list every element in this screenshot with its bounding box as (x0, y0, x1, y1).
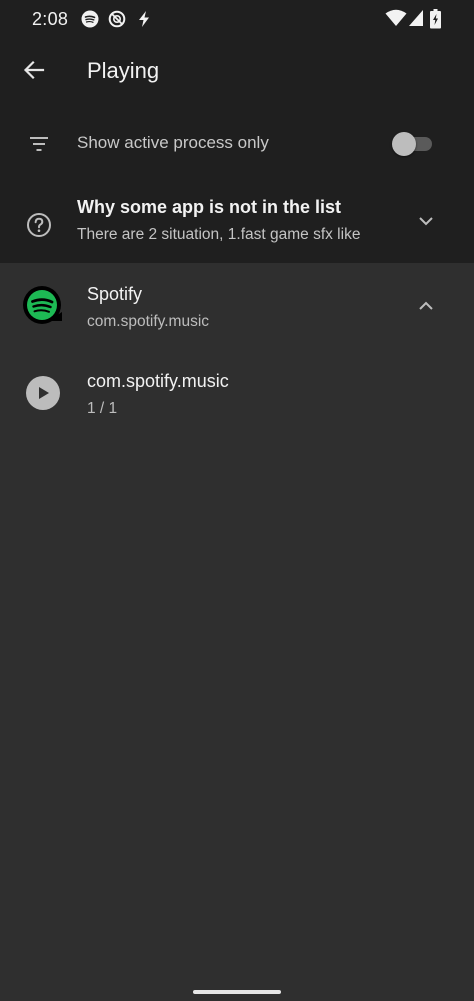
app-bar: Playing (0, 38, 474, 106)
filter-icon (24, 129, 54, 159)
page-title: Playing (87, 58, 160, 83)
play-button[interactable] (26, 376, 60, 410)
battery-charging-icon (430, 9, 441, 34)
wifi-icon (385, 9, 407, 32)
app-package: com.spotify.music (87, 313, 210, 330)
help-circle-icon (24, 210, 54, 240)
status-time: 2:08 (32, 9, 69, 29)
show-active-process-label: Show active process only (77, 133, 269, 152)
arrow-back-icon (23, 60, 45, 80)
status-bar: 2:08 (0, 0, 474, 38)
media-session-row[interactable]: com.spotify.music 1 / 1 (0, 362, 474, 426)
show-active-process-toggle[interactable] (392, 132, 434, 156)
why-app-missing-subtitle: There are 2 situation, 1.fast game sfx l… (77, 226, 361, 243)
toggle-thumb (392, 132, 416, 156)
back-button[interactable] (14, 50, 54, 90)
gesture-nav-handle[interactable] (193, 990, 281, 994)
dnd-icon (108, 10, 126, 28)
show-active-process-row[interactable]: Show active process only (0, 112, 474, 176)
app-name: Spotify (87, 284, 143, 304)
chevron-down-icon[interactable] (414, 209, 438, 233)
why-app-missing-row[interactable]: Why some app is not in the list There ar… (0, 190, 474, 260)
flash-icon (135, 10, 153, 28)
app-group-spotify[interactable]: Spotify com.spotify.music (0, 276, 474, 340)
session-title: com.spotify.music (87, 371, 229, 391)
why-app-missing-title: Why some app is not in the list (77, 197, 342, 217)
play-icon (39, 387, 49, 399)
session-count: 1 / 1 (87, 400, 118, 417)
spotify-logo-icon (22, 285, 64, 327)
spotify-icon (81, 10, 99, 28)
chevron-up-icon[interactable] (414, 294, 438, 318)
cell-signal-icon (408, 9, 424, 32)
